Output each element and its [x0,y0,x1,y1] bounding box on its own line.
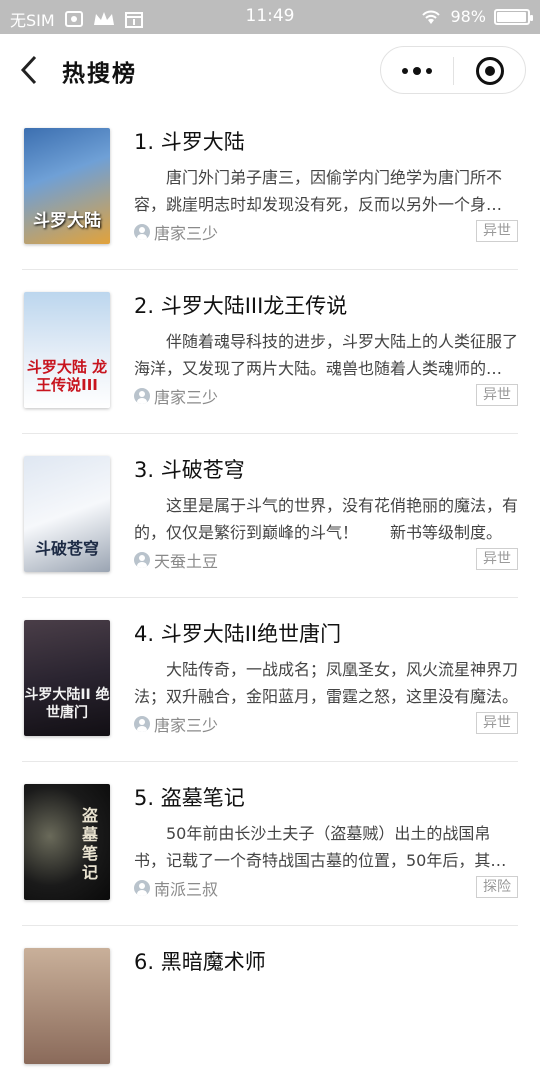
target-icon [476,57,504,85]
cover-text: 斗罗大陆 [33,211,101,231]
book-item[interactable]: 盗墓笔记 5. 盗墓笔记 50年前由长沙土夫子（盗墓贼）出土的战国帛书，记载了一… [0,762,540,926]
user-icon [134,224,150,240]
user-icon [134,880,150,896]
user-icon [134,552,150,568]
cover-text: 盗墓笔记 [81,806,98,882]
user-icon [134,716,150,732]
genre-tag: 异世 [476,712,518,734]
book-cover: 斗破苍穹 [24,456,110,572]
author-name: 唐家三少 [154,224,219,243]
book-cover: 斗罗大陆 [24,128,110,244]
book-title: 1. 斗罗大陆 [134,130,245,154]
book-author: 天蚕土豆 [134,548,218,572]
book-item[interactable]: 斗破苍穹 3. 斗破苍穹 这里是属于斗气的世界，没有花俏艳丽的魔法，有的，仅仅是… [0,434,540,598]
wifi-icon [422,10,441,24]
book-title: 2. 斗罗大陆III龙王传说 [134,294,348,318]
user-icon [134,388,150,404]
book-item[interactable]: 斗罗大陆II 绝世唐门 4. 斗罗大陆II绝世唐门 大陆传奇，一战成名；凤凰圣女… [0,598,540,762]
book-author: 南派三叔 [134,876,218,900]
book-description: 唐门外门弟子唐三，因偷学内门绝学为唐门所不容，跳崖明志时却发现没有死，反而以另外… [134,168,518,214]
battery-icon [494,8,533,25]
close-mini-program-button[interactable] [454,47,526,95]
author-name: 唐家三少 [154,716,219,735]
cover-text: 斗罗大陆 龙王传说III [26,358,108,394]
status-bar: 无SIM 11:49 98% [0,0,540,34]
battery-percent: 98% [450,7,486,26]
book-author: 唐家三少 [134,712,218,736]
nav-bar: 热搜榜 [0,34,540,106]
book-item[interactable]: 斗罗大陆 1. 斗罗大陆 唐门外门弟子唐三，因偷学内门绝学为唐门所不容，跳崖明志… [0,106,540,270]
book-description: 伴随着魂导科技的进步，斗罗大陆上的人类征服了海洋，又发现了两片大陆。魂兽也随着人… [134,332,518,378]
author-name: 唐家三少 [154,388,219,407]
chevron-left-icon [20,55,37,85]
genre-tag: 异世 [476,548,518,570]
genre-tag: 异世 [476,384,518,406]
book-cover: 斗罗大陆 龙王传说III [24,292,110,408]
book-description: 这里是属于斗气的世界，没有花俏艳丽的魔法，有的，仅仅是繁衍到巅峰的斗气！ 新书等… [134,496,518,542]
cover-text: 斗罗大陆II 绝世唐门 [24,687,110,721]
genre-tag: 探险 [476,876,518,898]
dot-icon [426,68,432,74]
book-item[interactable]: 斗罗大陆 龙王传说III 2. 斗罗大陆III龙王传说 伴随着魂导科技的进步，斗… [0,270,540,434]
book-cover: 盗墓笔记 [24,784,110,900]
book-title: 6. 黑暗魔术师 [134,950,266,974]
book-list: 斗罗大陆 1. 斗罗大陆 唐门外门弟子唐三，因偷学内门绝学为唐门所不容，跳崖明志… [0,106,540,1090]
author-name: 南派三叔 [154,880,219,899]
author-name: 天蚕土豆 [154,552,219,571]
book-title: 4. 斗罗大陆II绝世唐门 [134,622,342,646]
book-author: 唐家三少 [134,220,218,244]
book-cover: 斗罗大陆II 绝世唐门 [24,620,110,736]
status-right: 98% [420,7,533,26]
book-description: 大陆传奇，一战成名；凤凰圣女，风火流星神界刀法；双升融合，金阳蓝月，雷霆之怒，这… [134,660,518,706]
more-button[interactable] [381,47,453,95]
mini-program-capsule [380,46,526,94]
book-item[interactable]: 6. 黑暗魔术师 [0,926,540,1090]
back-button[interactable] [14,52,44,88]
book-description: 50年前由长沙土夫子（盗墓贼）出土的战国帛书，记载了一个奇特战国古墓的位置，50… [134,824,507,870]
genre-tag: 异世 [476,220,518,242]
book-author: 唐家三少 [134,384,218,408]
page-title: 热搜榜 [62,61,137,87]
book-title: 3. 斗破苍穹 [134,458,245,482]
book-cover [24,948,110,1064]
dot-icon [413,67,421,75]
book-title: 5. 盗墓笔记 [134,786,245,810]
dot-icon [402,68,408,74]
cover-text: 斗破苍穹 [34,539,99,558]
